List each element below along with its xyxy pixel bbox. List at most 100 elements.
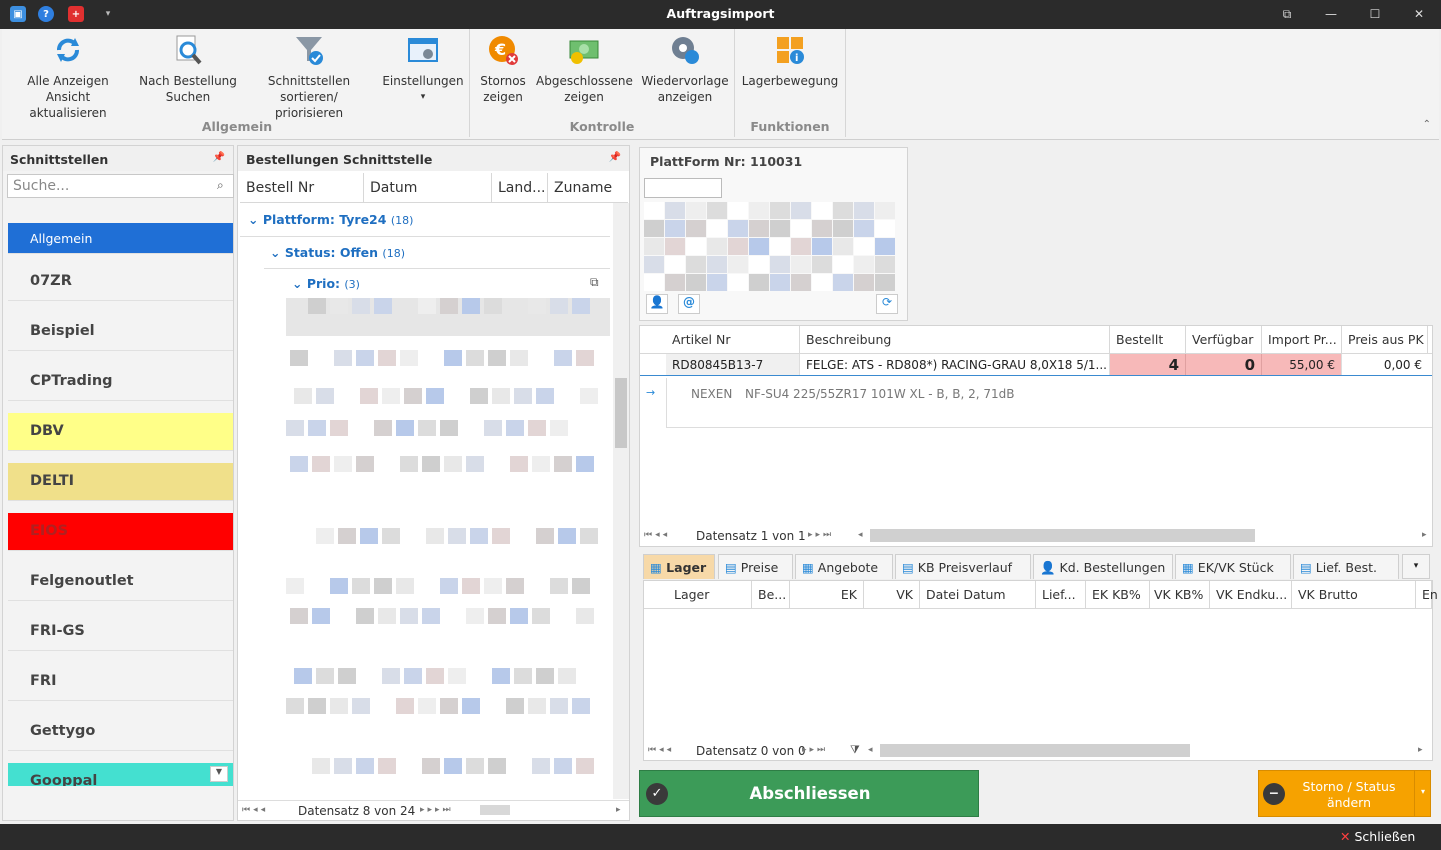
group-platform[interactable]: ⌄ Plattform: Tyre24 (18) (248, 212, 413, 227)
stock-col-header[interactable]: VK KB% (1148, 581, 1210, 608)
interface-item[interactable]: Gettygo (8, 713, 233, 751)
article-col-header[interactable]: Bestellt (1110, 326, 1186, 353)
interface-item[interactable]: EIOS (8, 513, 233, 551)
tab-lief-best-[interactable]: ▤ Lief. Best. (1293, 554, 1399, 579)
tab-lager[interactable]: ▦ Lager (643, 554, 715, 579)
search-order-button[interactable]: Nach Bestellung Suchen (138, 33, 238, 105)
email-icon[interactable]: @ (678, 294, 700, 314)
collapse-group-icon[interactable]: ⧉ (590, 275, 599, 290)
interface-item[interactable]: Allgemein (8, 223, 233, 254)
maximize-icon[interactable]: ☐ (1363, 4, 1387, 24)
tab-preise[interactable]: ▤ Preise (718, 554, 793, 579)
euro-cancel-icon: € (489, 36, 518, 65)
stock-col-header[interactable]: Datei Datum (920, 581, 1036, 608)
tab-icon: ▤ (725, 560, 741, 575)
interface-item[interactable]: Beispiel (8, 313, 233, 351)
complete-order-button[interactable]: ✓ Abschliessen (639, 770, 979, 817)
platform-input[interactable] (644, 178, 722, 198)
stock-movement-button[interactable]: i Lagerbewegung (740, 33, 840, 89)
order-row[interactable] (286, 420, 612, 436)
stock-col-header[interactable]: VK Endku... (1210, 581, 1292, 608)
order-row[interactable] (286, 608, 612, 624)
stock-col-header[interactable]: VK Brutto (1292, 581, 1416, 608)
col-bestell-nr[interactable]: Bestell Nr (240, 173, 364, 203)
interface-item[interactable]: DBV (8, 413, 233, 451)
article-col-header[interactable]: Artikel Nr (666, 326, 800, 353)
article-row[interactable]: RD80845B13-7 FELGE: ATS - RD808*) RACING… (640, 354, 1432, 376)
order-row[interactable] (286, 456, 612, 472)
order-rows (286, 298, 612, 798)
interface-item[interactable]: FRI-GS (8, 613, 233, 651)
col-land[interactable]: Land... (492, 173, 548, 203)
article-col-header[interactable]: Import Pr... (1262, 326, 1342, 353)
col-datum[interactable]: Datum (364, 173, 492, 203)
customer-icon[interactable]: 👤 (646, 294, 668, 314)
stock-col-header[interactable]: Lief... (1036, 581, 1086, 608)
order-row[interactable] (286, 350, 612, 366)
tabs-menu-icon[interactable]: ▾ (1402, 554, 1430, 579)
stock-col-header[interactable]: EK (790, 581, 864, 608)
tab-angebote[interactable]: ▦ Angebote (795, 554, 893, 579)
order-row[interactable] (286, 578, 612, 594)
close-app-button[interactable]: ✕ Schließen (1340, 829, 1415, 844)
interface-item[interactable]: Gooppal (8, 763, 233, 786)
cancel-status-button[interactable]: − Storno / Status ändern ▾ (1258, 770, 1431, 817)
window-title: Auftragsimport (666, 6, 775, 21)
dropdown-icon[interactable]: ▾ (1414, 771, 1431, 816)
collapse-ribbon-icon[interactable]: ⌃ (1423, 119, 1431, 130)
filter-icon[interactable]: ⧩ (850, 743, 860, 757)
platform-title: PlattForm Nr: 110031 (650, 154, 803, 169)
pin-icon[interactable]: 📌 (609, 152, 621, 163)
interface-item[interactable]: DELTI (8, 463, 233, 501)
expand-arrow-icon[interactable]: → (646, 386, 655, 399)
col-zuname[interactable]: Zuname (548, 173, 628, 203)
tab-kb-preisverlauf[interactable]: ▤ KB Preisverlauf (895, 554, 1031, 579)
stock-col-header[interactable]: VK (864, 581, 920, 608)
search-input[interactable]: Suche... (7, 174, 234, 198)
stock-col-header[interactable]: En (1416, 581, 1438, 608)
order-row[interactable] (286, 528, 612, 544)
minimize-icon[interactable]: — (1319, 4, 1343, 24)
order-row[interactable] (286, 668, 612, 684)
group-status[interactable]: ⌄ Status: Offen (18) (270, 245, 405, 260)
sync-icon[interactable]: ⟳ (876, 294, 898, 314)
horizontal-scrollbar[interactable] (870, 529, 1255, 542)
group-prio[interactable]: ⌄ Prio: (3) (292, 276, 360, 291)
pin-icon[interactable]: 📌 (213, 152, 225, 163)
article-col-header[interactable]: Preis aus PK (1342, 326, 1428, 353)
tab-ek-vk-st-ck[interactable]: ▦ EK/VK Stück (1175, 554, 1291, 579)
stock-col-header[interactable]: EK KB% (1086, 581, 1150, 608)
settings-button[interactable]: Einstellungen ▾ (382, 33, 464, 105)
order-row[interactable] (286, 388, 612, 404)
restore-icon[interactable]: ⧉ (1275, 4, 1299, 24)
article-number: RD80845B13-7 (666, 354, 800, 375)
interface-item[interactable]: CPTrading (8, 363, 233, 401)
stock-col-header[interactable]: Be... (752, 581, 790, 608)
order-row[interactable] (286, 698, 612, 714)
nav-next-icon[interactable]: ▸▸▸⏭ (420, 805, 454, 815)
articles-navigator: ⏮◂◂ Datensatz 1 von 1 ▸▸⏭ ◂ ▸ (644, 529, 1430, 543)
interfaces-panel: Schnittstellen 📌 Suche... ⌕ Allgemein 07Z… (2, 145, 234, 821)
article-col-header[interactable]: Beschreibung (800, 326, 1110, 353)
scroll-down-icon[interactable]: ▼ (210, 766, 228, 782)
orders-panel: Bestellungen Schnittstelle 📌 Bestell Nr … (237, 145, 630, 821)
interface-item[interactable]: Felgenoutlet (8, 563, 233, 601)
show-resubmission-button[interactable]: Wiedervorlage anzeigen (640, 33, 730, 105)
sort-interfaces-button[interactable]: Schnittstellen sortieren/ priorisieren (245, 33, 373, 121)
stock-col-header[interactable]: Lager (668, 581, 752, 608)
interface-item[interactable]: FRI (8, 663, 233, 701)
search-icon[interactable]: ⌕ (217, 178, 224, 193)
tab-kd-bestellungen[interactable]: 👤 Kd. Bestellungen (1033, 554, 1173, 579)
order-row[interactable] (286, 758, 612, 774)
close-window-icon[interactable]: ✕ (1407, 4, 1431, 24)
title-bar: ▣ ? + ▾ Auftragsimport ⧉ — ☐ ✕ (0, 0, 1441, 29)
article-description: FELGE: ATS - RD808*) RACING-GRAU 8,0X18 … (800, 354, 1110, 375)
nav-first-icon[interactable]: ⏮◂◂ (242, 805, 268, 815)
article-col-header[interactable]: Verfügbar (1186, 326, 1262, 353)
interface-item[interactable]: 07ZR (8, 263, 233, 301)
show-completed-button[interactable]: Abgeschlossene zeigen (536, 33, 633, 105)
show-cancellations-button[interactable]: € Stornos zeigen (475, 33, 531, 105)
vertical-scrollbar[interactable] (613, 203, 629, 799)
order-row[interactable] (286, 298, 612, 314)
show-all-button[interactable]: Alle Anzeigen Ansicht aktualisieren (8, 33, 128, 121)
